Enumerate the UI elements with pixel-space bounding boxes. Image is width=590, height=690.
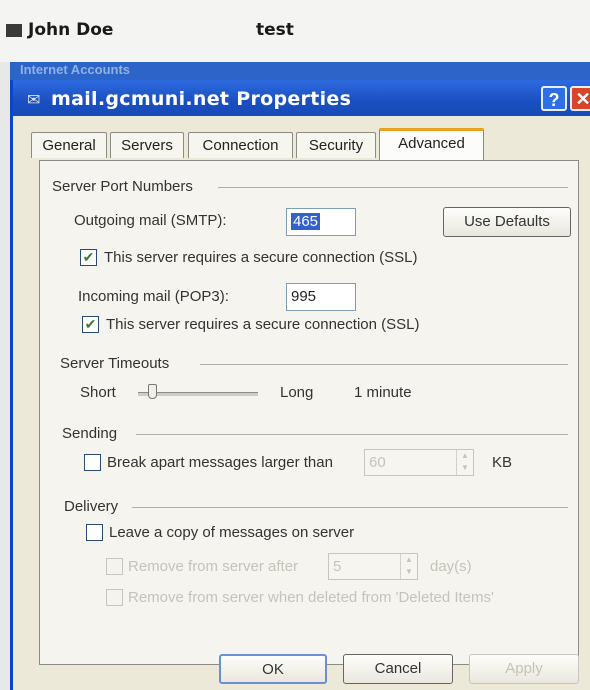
- pop3-ssl-checkbox[interactable]: ✔: [82, 316, 99, 333]
- leave-copy-checkbox[interactable]: [86, 524, 103, 541]
- use-defaults-button[interactable]: Use Defaults: [443, 207, 571, 237]
- contact-icon: [6, 23, 22, 37]
- properties-dialog: ✉ mail.gcmuni.net Properties ? ✕ General…: [10, 80, 590, 690]
- advanced-panel: Server Port Numbers Outgoing mail (SMTP)…: [39, 160, 579, 665]
- break-apart-unit: KB: [492, 454, 513, 471]
- check-icon: ✔: [82, 249, 95, 265]
- help-button[interactable]: ?: [541, 86, 567, 111]
- remove-after-days-value: 5: [333, 558, 342, 575]
- pop3-port-field[interactable]: 995: [286, 283, 356, 311]
- smtp-ssl-label: This server requires a secure connection…: [104, 249, 418, 266]
- group-label-delivery: Delivery: [64, 498, 119, 515]
- dialog-title: mail.gcmuni.net Properties: [51, 88, 352, 110]
- background-account-list: John Doe test: [0, 0, 590, 62]
- spinner-arrows-icon[interactable]: ▲ ▼: [456, 450, 473, 475]
- group-label-timeouts: Server Timeouts: [60, 355, 170, 372]
- group-label-sending: Sending: [62, 425, 118, 442]
- check-icon: ✔: [84, 316, 97, 332]
- list-item-name: John Doe: [28, 20, 114, 40]
- apply-button[interactable]: Apply: [469, 654, 579, 684]
- cancel-button[interactable]: Cancel: [343, 654, 453, 684]
- pop3-port-value: 995: [291, 288, 317, 305]
- smtp-port-value: 465: [291, 213, 321, 230]
- remove-after-days-field[interactable]: 5 ▲ ▼: [328, 553, 418, 580]
- timeout-value-label: 1 minute: [354, 384, 412, 401]
- close-button[interactable]: ✕: [570, 86, 590, 111]
- background-window-edge: [0, 62, 10, 690]
- tab-general[interactable]: General: [31, 132, 107, 158]
- tab-security[interactable]: Security: [296, 132, 376, 158]
- smtp-port-field[interactable]: 465: [286, 208, 356, 236]
- smtp-ssl-checkbox[interactable]: ✔: [80, 249, 97, 266]
- leave-copy-label: Leave a copy of messages on server: [109, 524, 355, 541]
- pop3-label: Incoming mail (POP3):: [78, 288, 229, 305]
- remove-after-label: Remove from server after: [128, 558, 299, 575]
- break-apart-checkbox[interactable]: [84, 454, 101, 471]
- ok-button[interactable]: OK: [219, 654, 327, 684]
- break-apart-size-field[interactable]: 60 ▲ ▼: [364, 449, 474, 476]
- smtp-label: Outgoing mail (SMTP):: [74, 212, 227, 229]
- remove-after-days-unit: day(s): [430, 558, 472, 575]
- mail-account-icon: ✉: [27, 92, 41, 109]
- tab-connection[interactable]: Connection: [188, 132, 293, 158]
- spinner-arrows-icon[interactable]: ▲ ▼: [400, 554, 417, 579]
- group-divider: [200, 364, 568, 365]
- remove-deleted-label: Remove from server when deleted from 'De…: [128, 589, 494, 606]
- dialog-titlebar[interactable]: ✉ mail.gcmuni.net Properties ? ✕: [13, 80, 590, 116]
- break-apart-label: Break apart messages larger than: [107, 454, 333, 471]
- group-divider: [132, 507, 568, 508]
- pop3-ssl-label: This server requires a secure connection…: [106, 316, 420, 333]
- group-divider: [136, 434, 568, 435]
- list-item-value: test: [256, 20, 294, 40]
- tab-servers[interactable]: Servers: [110, 132, 184, 158]
- list-item[interactable]: John Doe test: [6, 20, 294, 40]
- group-divider: [218, 187, 568, 188]
- timeout-long-label: Long: [280, 384, 314, 401]
- tab-advanced[interactable]: Advanced: [379, 128, 484, 160]
- timeout-short-label: Short: [80, 384, 116, 401]
- break-apart-size-value: 60: [369, 454, 386, 471]
- timeout-slider-thumb[interactable]: [148, 384, 157, 399]
- group-label-ports: Server Port Numbers: [52, 178, 193, 195]
- remove-deleted-checkbox[interactable]: [106, 589, 123, 606]
- remove-after-checkbox[interactable]: [106, 558, 123, 575]
